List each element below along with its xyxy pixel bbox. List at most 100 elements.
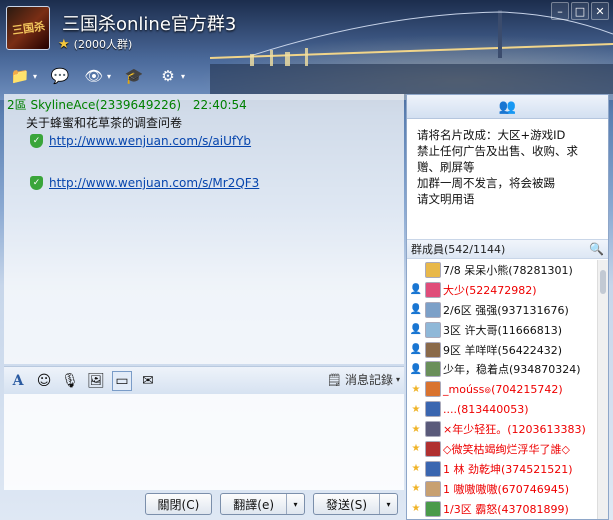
scrollbar-thumb[interactable]: [600, 270, 606, 294]
member-name: 1/3区 霸怒(437081899): [443, 502, 569, 516]
member-name: 9区 羊咩咩(56422432): [443, 343, 563, 357]
avatar[interactable]: [425, 421, 441, 438]
message-link-row: ✓ http://www.wenjuan.com/s/aiUfYb: [30, 134, 251, 148]
maximize-button[interactable]: □: [571, 2, 589, 20]
close-window-button[interactable]: ✕: [591, 2, 609, 20]
action-bar: 關閉(C) 翻譯(e) ▾ 發送(S) ▾: [4, 490, 404, 518]
avatar[interactable]: [425, 321, 441, 338]
chevron-down-icon[interactable]: ▾: [286, 494, 304, 514]
avatar[interactable]: [425, 401, 441, 418]
chat-window: 三国杀 三国杀online官方群3 ★ (2000人群) – □ ✕ 📁 ▾ 💬…: [0, 0, 613, 520]
member-list[interactable]: 7/8 呆呆小熊(78281301) 👤 大少(522472982) 👤 2/6区 强强…: [407, 260, 597, 519]
star-icon: ★: [411, 463, 421, 475]
avatar[interactable]: [425, 301, 441, 318]
notice-line: 加群一周不发言，将会被踢: [417, 176, 555, 190]
folder-tool-button[interactable]: 📁 ▾: [6, 63, 40, 89]
avatar[interactable]: [425, 440, 441, 457]
avatar[interactable]: [425, 381, 441, 398]
group-avatar[interactable]: 三国杀: [6, 6, 50, 50]
member-name: 1 林 劲乾坤(374521521): [443, 462, 573, 476]
close-button[interactable]: 關閉(C): [144, 493, 213, 515]
member-count: 群成員(542/1144): [411, 243, 506, 256]
font-icon[interactable]: A: [8, 371, 28, 391]
message-link[interactable]: http://www.wenjuan.com/s/Mr2QF3: [49, 176, 259, 190]
member-name: ◇微笑枯竭绚烂浮华了誰◇: [443, 442, 570, 456]
shield-check-icon: ✓: [30, 134, 43, 148]
notice-header[interactable]: 👥: [407, 95, 608, 119]
message-text: 关于蜂蜜和花草茶的调查问卷: [26, 116, 183, 130]
chevron-down-icon: ▾: [107, 71, 112, 81]
history-button[interactable]: 🗒 消息記錄 ▾: [327, 371, 400, 388]
minimize-button[interactable]: –: [551, 2, 569, 20]
member-row[interactable]: ★ ×年少轻狂。(1203613383): [407, 419, 597, 439]
member-role-icon: [409, 263, 423, 277]
notice-line: 禁止任何广告及出售、收购、求: [417, 144, 578, 158]
star-icon: ★: [411, 423, 421, 435]
star-icon: ★: [411, 443, 421, 455]
member-row[interactable]: ★ ....(813440053): [407, 399, 597, 419]
member-row[interactable]: 👤 9区 羊咩咩(56422432): [407, 340, 597, 360]
member-row[interactable]: ★ 1 林 劲乾坤(374521521): [407, 459, 597, 479]
video-tool-button[interactable]: 👁 ▾: [80, 63, 114, 89]
member-role-icon: 👤: [409, 284, 423, 296]
emoji-icon[interactable]: ☺: [34, 371, 54, 391]
message-history[interactable]: 2區 SkylineAce(2339649226) 22:40:54 关于蜂蜜和…: [4, 94, 404, 364]
member-row[interactable]: ★ 1/3区 霸怒(437081899): [407, 499, 597, 519]
member-row[interactable]: 👤 2/6区 强强(937131676): [407, 300, 597, 320]
star-icon: ★: [58, 36, 70, 52]
voice-icon[interactable]: 🎙: [60, 371, 80, 391]
avatar[interactable]: [425, 341, 441, 358]
member-role-icon: 👤: [409, 363, 423, 375]
member-row[interactable]: ★ 1 嗷嗷嗷嗷(670746945): [407, 479, 597, 499]
more-icon[interactable]: ✉: [138, 371, 158, 391]
member-name: 2/6区 强强(937131676): [443, 303, 569, 317]
star-icon: ★: [411, 403, 421, 415]
group-info: ★ (2000人群): [58, 36, 132, 52]
avatar[interactable]: [425, 460, 441, 477]
group-users-icon: 👥: [498, 98, 517, 115]
notice-line: 赠、刷屏等: [417, 160, 475, 174]
avatar[interactable]: [425, 361, 441, 378]
avatar[interactable]: [425, 261, 441, 278]
member-row[interactable]: ★ ◇微笑枯竭绚烂浮华了誰◇: [407, 439, 597, 459]
gear-icon: ⚙: [161, 67, 175, 85]
group-toolbar: 📁 ▾ 💬 👁 ▾ 🎓 ⚙ ▾: [6, 62, 188, 90]
image-icon[interactable]: 🖼: [86, 371, 106, 391]
member-role-icon: 👤: [409, 344, 423, 355]
member-row[interactable]: 7/8 呆呆小熊(78281301): [407, 260, 597, 280]
member-role-icon: 👤: [409, 324, 423, 336]
avatar[interactable]: [425, 281, 441, 298]
member-name: ....(813440053): [443, 402, 529, 416]
group-side-panel: 👥 请将名片改成：大区+游戏ID 禁止任何广告及出售、收购、求 赠、刷屏等 加群…: [406, 94, 609, 520]
app-tool-button[interactable]: 🎓: [120, 63, 148, 89]
member-role-icon: 👤: [409, 304, 423, 316]
member-scrollbar[interactable]: [597, 260, 608, 519]
avatar[interactable]: [425, 500, 441, 517]
chat-tool-button[interactable]: 💬: [46, 63, 74, 89]
message-link[interactable]: http://www.wenjuan.com/s/aiUfYb: [49, 134, 251, 148]
message-sender[interactable]: 2區 SkylineAce(2339649226): [7, 98, 181, 112]
window-title: 三国杀online官方群3: [62, 14, 237, 35]
title-bar: 三国杀 三国杀online官方群3 ★ (2000人群) – □ ✕: [0, 0, 613, 62]
member-row[interactable]: 👤 少年，稳着点(934870324): [407, 359, 597, 379]
avatar[interactable]: [425, 480, 441, 497]
chevron-down-icon[interactable]: ▾: [379, 494, 397, 514]
member-row[interactable]: 👤 3区 许大哥(11666813): [407, 320, 597, 340]
search-icon[interactable]: 🔍: [589, 242, 604, 256]
history-label: 消息記錄: [344, 373, 393, 387]
member-name: _moúss๏(704215742): [443, 383, 563, 397]
member-row[interactable]: 👤 大少(522472982): [407, 280, 597, 300]
member-name: 3区 许大哥(11666813): [443, 323, 563, 337]
history-icon: 🗒: [326, 372, 342, 387]
settings-tool-button[interactable]: ⚙ ▾: [154, 63, 188, 89]
notice-line: 请文明用语: [417, 192, 475, 206]
shield-check-icon: ✓: [30, 176, 43, 190]
send-button[interactable]: 發送(S) ▾: [313, 493, 398, 515]
star-icon: ★: [411, 483, 421, 495]
translate-button[interactable]: 翻譯(e) ▾: [220, 493, 306, 515]
message-link-row: ✓ http://www.wenjuan.com/s/Mr2QF3: [30, 176, 259, 190]
screenshot-icon[interactable]: ▭: [112, 370, 132, 391]
message-input[interactable]: [4, 394, 404, 490]
window-controls: – □ ✕: [551, 2, 609, 20]
member-row[interactable]: ★ _moúss๏(704215742): [407, 379, 597, 399]
